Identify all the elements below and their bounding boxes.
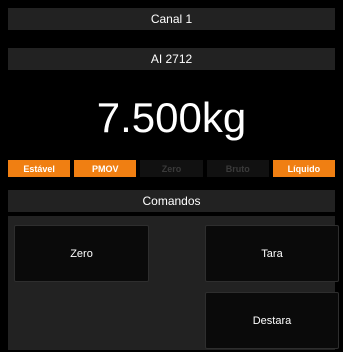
status-indicators: Estável PMOV Zero Bruto Líquido — [8, 160, 336, 177]
zero-button[interactable]: Zero — [14, 225, 149, 282]
status-zero: Zero — [140, 160, 203, 177]
untare-button[interactable]: Destara — [205, 292, 339, 349]
status-stable: Estável — [8, 160, 71, 177]
commands-header: Comandos — [8, 190, 335, 212]
device-bar: AI 2712 — [8, 48, 335, 70]
weight-display: 7.500kg — [0, 78, 343, 158]
status-net: Líquido — [272, 160, 336, 177]
commands-panel: Zero Tara Destara — [8, 216, 339, 350]
commands-title: Comandos — [142, 194, 201, 208]
channel-title: Canal 1 — [150, 12, 193, 26]
status-pmov: PMOV — [74, 160, 137, 177]
tare-button[interactable]: Tara — [205, 225, 339, 282]
device-name: AI 2712 — [150, 52, 193, 66]
status-gross: Bruto — [206, 160, 269, 177]
channel-title-bar: Canal 1 — [8, 8, 335, 30]
weight-value: 7.500kg — [96, 94, 247, 141]
